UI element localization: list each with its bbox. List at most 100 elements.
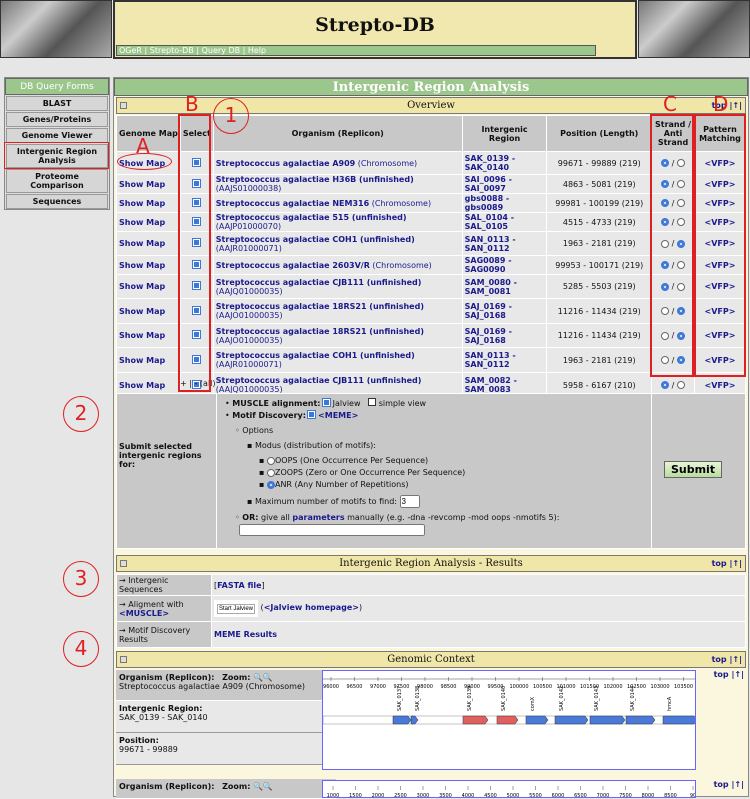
sidebar-item[interactable]: Genome Viewer — [6, 128, 108, 143]
sidebar-item[interactable]: Proteome Comparison — [6, 169, 108, 193]
genome-map-2[interactable]: 1000 1500 2000 2500 3000 3500 4000 4500 5000 5500… — [322, 780, 696, 798]
gene-label: SAK_0137 — [397, 686, 403, 711]
or-text-2: manually (e.g. -dna -revcomp -mod oops -… — [347, 513, 560, 522]
annotation-c: C — [663, 92, 677, 116]
annotation-a: A — [136, 134, 150, 158]
zoom-out-icon[interactable]: 🔍 — [253, 673, 263, 682]
oops-radio[interactable] — [266, 456, 275, 465]
jalview-homepage-link[interactable]: <Jalview homepage> — [264, 603, 359, 612]
manual-parameters-input[interactable] — [239, 524, 425, 536]
org-value: Streptococcus agalactiae A909 (Chromosom… — [119, 682, 306, 691]
organism-link[interactable]: Streptococcus agalactiae COH1 (unfinishe… — [216, 235, 415, 244]
region-link[interactable]: SAG0089 - SAG0090 — [465, 256, 512, 274]
annotation-box-pattern — [694, 114, 746, 377]
region-link[interactable]: SAI_0096 - SAI_0097 — [465, 175, 512, 193]
sidebar-item[interactable]: BLAST — [6, 96, 108, 111]
annotation-4: 4 — [63, 631, 99, 667]
tick-label: 100000 — [509, 684, 528, 690]
organism-link[interactable]: Streptococcus agalactiae CJB111 (unfinis… — [216, 278, 422, 287]
zoom-in-icon[interactable]: 🔍 — [263, 782, 273, 791]
sidebar-item[interactable]: Sequences — [6, 194, 108, 209]
meme-results-link[interactable]: MEME Results — [214, 630, 277, 639]
show-map-link[interactable]: Show Map — [119, 218, 165, 227]
top-link[interactable]: top |↑| — [714, 670, 744, 679]
zoom-in-icon[interactable]: 🔍 — [263, 673, 273, 682]
section-title: Overview — [407, 100, 455, 111]
tick-label: 8000 — [642, 793, 655, 798]
organism-link[interactable]: Streptococcus agalactiae H36B (unfinishe… — [216, 175, 414, 184]
tick-label: 103000 — [650, 684, 669, 690]
top-nav[interactable]: OGeR | Strepto-DB | Query DB | Help — [116, 45, 596, 56]
tick-label: 102000 — [603, 684, 622, 690]
org-label: Organism (Replicon): — [119, 673, 215, 682]
region-link[interactable]: SAM_0080 - SAM_0081 — [465, 278, 517, 296]
show-map-link[interactable]: Show Map — [119, 356, 165, 365]
top-link[interactable]: top |↑| — [712, 652, 742, 668]
show-map-link[interactable]: Show Map — [119, 282, 165, 291]
annotation-b: B — [185, 92, 199, 116]
zoom-out-icon[interactable]: 🔍 — [253, 782, 263, 791]
position: 99671 - 99889 (219) — [546, 151, 653, 175]
start-jalview-button[interactable]: Start Jalview — [217, 604, 256, 614]
gene-arrow — [392, 715, 412, 725]
organism-link[interactable]: Streptococcus agalactiae 2603V/R — [216, 261, 370, 270]
zoops-radio[interactable] — [266, 468, 275, 477]
submit-button[interactable]: Submit — [664, 461, 722, 478]
tick-label: 100500 — [533, 684, 552, 690]
max-motifs-input[interactable] — [399, 495, 420, 508]
organism-link[interactable]: Streptococcus agalactiae 18RS21 (unfinis… — [216, 327, 424, 336]
show-map-link[interactable]: Show Map — [119, 239, 165, 248]
parameters-link[interactable]: parameters — [292, 513, 344, 522]
jalview-checkbox[interactable] — [322, 398, 332, 407]
show-map-link[interactable]: Show Map — [119, 199, 165, 208]
genome-map[interactable]: 96000 96500 97000 97500 98000 98500 99000 99500… — [322, 670, 696, 770]
show-map-link[interactable]: Show Map — [119, 180, 165, 189]
organism-link[interactable]: Streptococcus agalactiae CJB111 (unfinis… — [216, 376, 422, 385]
gene-label: SAK_0138 — [415, 686, 421, 711]
show-map-link[interactable]: Show Map — [119, 381, 165, 390]
anr-radio[interactable] — [266, 480, 275, 489]
show-map-link[interactable]: Show Map — [119, 307, 165, 316]
replicon: (AAJQ01000035) — [215, 286, 283, 296]
region-link[interactable]: SAM_0082 - SAM_0083 — [465, 376, 517, 394]
tick-label: 3000 — [417, 793, 430, 798]
organism-link[interactable]: Streptococcus agalactiae 515 (unfinished… — [216, 213, 407, 222]
gene-label: SAK_0142 — [559, 686, 565, 711]
form-label: Submit selected intergenic regions for: — [117, 394, 217, 548]
vfp-link[interactable]: <VFP> — [705, 381, 736, 390]
region-link[interactable]: SAJ_0169 - SAJ_0168 — [465, 327, 512, 345]
strand-radio[interactable] — [661, 381, 670, 389]
collapse-icon[interactable] — [120, 102, 127, 109]
meme-link[interactable]: <MEME> — [318, 411, 358, 420]
or-label: OR: — [242, 513, 259, 522]
antistrand-radio[interactable] — [676, 381, 685, 389]
simple-view-checkbox[interactable] — [368, 398, 377, 406]
tick-label: 3500 — [439, 793, 452, 798]
fasta-link[interactable]: FASTA file — [217, 581, 261, 590]
tick-label: 4000 — [462, 793, 475, 798]
tick-label: 6500 — [574, 793, 587, 798]
simple-view-label: simple view — [378, 399, 427, 408]
column-header: Organism (Replicon) — [212, 115, 463, 152]
organism-link[interactable]: Streptococcus agalactiae 18RS21 (unfinis… — [216, 302, 424, 311]
region-link[interactable]: SAL_0104 - SAL_0105 — [465, 213, 514, 231]
muscle-link[interactable]: <MUSCLE> — [119, 609, 169, 618]
organism-link[interactable]: Streptococcus agalactiae A909 — [216, 159, 355, 168]
organism-link[interactable]: Streptococcus agalactiae COH1 (unfinishe… — [216, 351, 415, 360]
show-map-link[interactable]: Show Map — [119, 261, 165, 270]
region-link[interactable]: SAK_0139 - SAK_0140 — [465, 154, 516, 172]
motif-checkbox[interactable] — [307, 410, 317, 419]
region-link[interactable]: gbs0088 - gbs0089 — [465, 194, 510, 212]
region-link[interactable]: SAN_0113 - SAN_0112 — [465, 351, 516, 369]
collapse-icon[interactable] — [120, 656, 127, 663]
show-map-link[interactable]: Show Map — [119, 331, 165, 340]
position: 1963 - 2181 (219) — [546, 231, 653, 256]
top-link[interactable]: top |↑| — [712, 556, 742, 572]
region-link[interactable]: SAJ_0169 - SAJ_0168 — [465, 302, 512, 320]
sidebar-item[interactable]: Genes/Proteins — [6, 112, 108, 127]
top-link[interactable]: top |↑| — [714, 780, 744, 789]
collapse-icon[interactable] — [120, 560, 127, 567]
overview-header: Overview top |↑| — [116, 97, 746, 114]
organism-link[interactable]: Streptococcus agalactiae NEM316 — [216, 199, 369, 208]
region-link[interactable]: SAN_0113 - SAN_0112 — [465, 235, 516, 253]
